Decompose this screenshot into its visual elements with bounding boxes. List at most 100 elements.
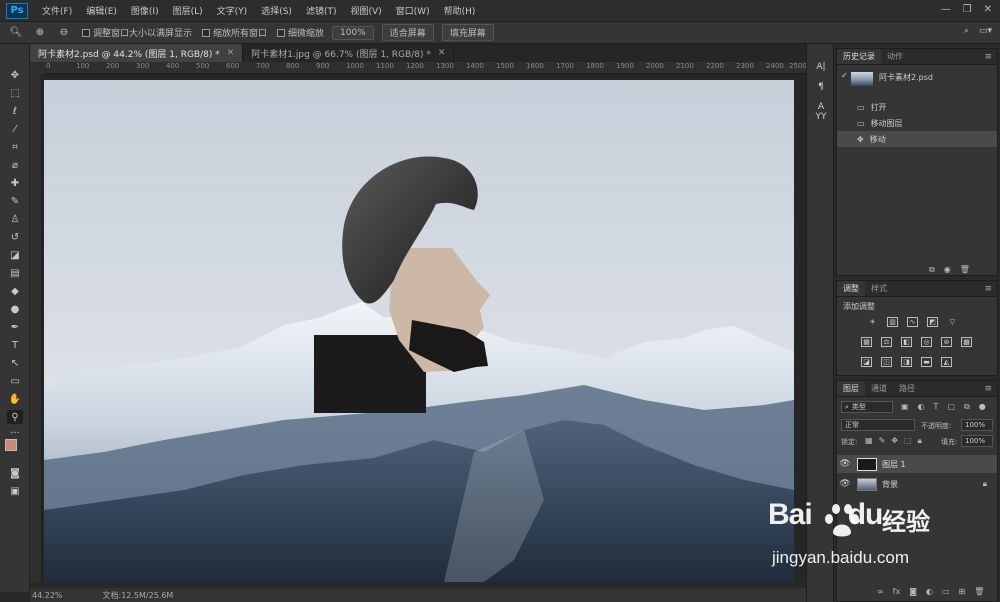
quick-mask-icon[interactable]: ◙	[7, 466, 23, 480]
quick-select-tool-icon[interactable]: ⁄	[7, 122, 23, 136]
zoom-all-checkbox[interactable]	[202, 28, 211, 37]
eraser-tool-icon[interactable]: ◪	[7, 248, 23, 262]
type-filter-icon[interactable]: T	[934, 402, 939, 412]
new-document-from-state-icon[interactable]: ⧉	[929, 265, 935, 275]
layer-filter-select[interactable]: ⌕ 类型	[841, 401, 893, 413]
more-tools-icon[interactable]: ···	[7, 426, 23, 440]
close-button[interactable]: ✕	[984, 4, 992, 15]
history-brush-tool-icon[interactable]: ↺	[7, 230, 23, 244]
link-layers-icon[interactable]: ∞	[877, 587, 884, 596]
search-icon[interactable]: ⌕	[964, 26, 969, 36]
color-lookup-icon[interactable]: ▩	[961, 337, 972, 347]
blur-tool-icon[interactable]: ◆	[7, 284, 23, 298]
levels-icon[interactable]: ▥	[887, 317, 898, 327]
snapshot-icon[interactable]: ◉	[944, 265, 951, 275]
lock-artboard-icon[interactable]: ⬚	[904, 436, 912, 446]
channel-mixer-icon[interactable]: ⊛	[941, 337, 952, 347]
zoom-tool-icon[interactable]: 🔍︎	[8, 26, 24, 40]
zoom-in-icon[interactable]: ⊕	[32, 26, 48, 40]
hand-tool-icon[interactable]: ✋	[7, 392, 23, 406]
invert-icon[interactable]: ◪	[861, 357, 872, 367]
tab-history[interactable]: 历史记录	[837, 49, 881, 64]
layer-name[interactable]: 背景	[882, 479, 898, 490]
gradient-map-icon[interactable]: ▬	[921, 357, 932, 367]
screen-mode-icon[interactable]: ▣	[7, 484, 23, 498]
exposure-icon[interactable]: ◩	[927, 317, 938, 327]
black-white-icon[interactable]: ◧	[901, 337, 912, 347]
foreground-color-swatch[interactable]	[5, 439, 17, 451]
adjustment-layer-icon[interactable]: ◐	[926, 587, 933, 596]
panel-menu-icon[interactable]: ≡	[984, 49, 992, 64]
ruler-corner[interactable]	[30, 62, 44, 74]
zoom-tool-active-icon[interactable]: ⚲	[7, 410, 23, 424]
lock-all-icon[interactable]: 🔒︎	[918, 436, 922, 446]
resize-windows-option[interactable]: 调整窗口大小以满屏显示	[82, 26, 192, 39]
dodge-tool-icon[interactable]: ●	[7, 302, 23, 316]
vertical-ruler[interactable]	[30, 74, 42, 582]
scrubby-zoom-checkbox[interactable]	[277, 28, 286, 37]
tab-paths[interactable]: 路径	[893, 381, 921, 396]
gradient-tool-icon[interactable]: ▤	[7, 266, 23, 280]
history-item[interactable]: ▭ 移动图层	[837, 115, 997, 131]
pen-tool-icon[interactable]: ✒	[7, 320, 23, 334]
crop-tool-icon[interactable]: ⌗	[7, 140, 23, 154]
pixel-filter-icon[interactable]: ▣	[901, 402, 909, 412]
paragraph-panel-icon[interactable]: ¶	[813, 80, 829, 94]
tab-channels[interactable]: 通道	[865, 381, 893, 396]
vibrance-icon[interactable]: ▽	[947, 317, 958, 327]
close-icon[interactable]: ✕	[227, 48, 235, 58]
filter-toggle-icon[interactable]: ●	[979, 402, 986, 412]
fit-screen-button[interactable]: 适合屏幕	[381, 24, 434, 41]
zoom-100-button[interactable]: 100%	[332, 25, 374, 40]
color-balance-icon[interactable]: ⚖	[881, 337, 892, 347]
clone-stamp-tool-icon[interactable]: ♙	[7, 212, 23, 226]
menu-file[interactable]: 文件(F)	[42, 4, 72, 17]
layer-row[interactable]: 👁︎ 图层 1	[837, 455, 997, 473]
tab-styles[interactable]: 样式	[865, 281, 893, 296]
tab-document-1[interactable]: 阿卡素材2.psd @ 44.2% (图层 1, RGB/8) * ✕	[30, 44, 244, 62]
shape-filter-icon[interactable]: ▢	[947, 402, 955, 412]
photo-filter-icon[interactable]: ◎	[921, 337, 932, 347]
menu-layer[interactable]: 图层(L)	[173, 4, 203, 17]
history-item-current[interactable]: ✥ 移动	[837, 131, 997, 147]
layer-row[interactable]: 👁︎ 背景 🔒︎	[837, 475, 997, 493]
close-icon[interactable]: ✕	[438, 48, 446, 58]
lock-position-icon[interactable]: ✥	[891, 436, 898, 446]
threshold-icon[interactable]: ◨	[901, 357, 912, 367]
panel-menu-icon[interactable]: ≡	[984, 281, 992, 296]
curves-icon[interactable]: ∿	[907, 317, 918, 327]
fill-screen-button[interactable]: 填充屏幕	[441, 24, 494, 41]
minimize-button[interactable]: —	[941, 4, 951, 15]
new-layer-icon[interactable]: ⊞	[959, 587, 966, 596]
menu-help[interactable]: 帮助(H)	[444, 4, 476, 17]
zoom-level[interactable]: 44.22%	[32, 591, 63, 600]
document-canvas[interactable]	[44, 80, 794, 582]
layer-name[interactable]: 图层 1	[882, 459, 906, 470]
zoom-all-option[interactable]: 缩放所有窗口	[202, 26, 267, 39]
hue-saturation-icon[interactable]: ▦	[861, 337, 872, 347]
move-tool-icon[interactable]: ✥	[7, 68, 23, 82]
history-item[interactable]: ▭ 打开	[837, 99, 997, 115]
menu-filter[interactable]: 滤镜(T)	[306, 4, 337, 17]
brush-tool-icon[interactable]: ✎	[7, 194, 23, 208]
brightness-icon[interactable]: ☀	[867, 317, 878, 327]
lock-transparent-icon[interactable]: ▦	[865, 436, 873, 446]
new-group-icon[interactable]: ▭	[942, 587, 950, 596]
menu-edit[interactable]: 编辑(E)	[86, 4, 117, 17]
menu-image[interactable]: 图像(I)	[131, 4, 159, 17]
restore-button[interactable]: ❐	[963, 4, 972, 15]
workspace-icon[interactable]: ▭▾	[979, 26, 992, 36]
tab-layers[interactable]: 图层	[837, 381, 865, 396]
blend-mode-select[interactable]: 正常	[841, 419, 915, 431]
lasso-tool-icon[interactable]: ℓ	[7, 104, 23, 118]
zoom-out-icon[interactable]: ⊖	[56, 26, 72, 40]
layer-style-icon[interactable]: fx	[893, 587, 901, 596]
selective-color-icon[interactable]: ◭	[941, 357, 952, 367]
layer-mask-icon[interactable]: ◙	[909, 587, 917, 596]
eyedropper-tool-icon[interactable]: ⌀	[7, 158, 23, 172]
tab-actions[interactable]: 动作	[881, 49, 909, 64]
delete-layer-icon[interactable]: 🗑︎	[974, 587, 984, 596]
tab-document-2[interactable]: 阿卡素材1.jpg @ 66.7% (图层 1, RGB/8) * ✕	[243, 44, 455, 62]
eye-icon[interactable]: 👁︎	[837, 459, 853, 469]
history-brush-source-icon[interactable]: ✓	[841, 71, 848, 80]
